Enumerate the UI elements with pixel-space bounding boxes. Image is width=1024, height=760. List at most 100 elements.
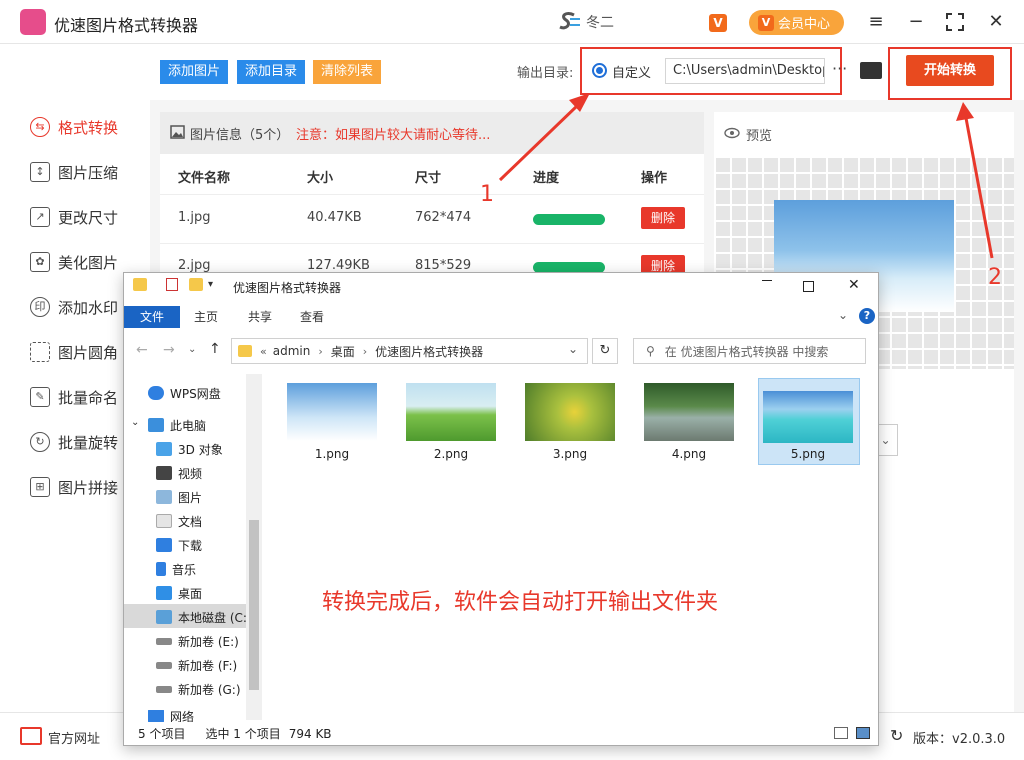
refresh-icon[interactable]: ↻ — [592, 338, 618, 364]
sidebar-item-label: 添加水印 — [58, 298, 119, 317]
nav-scrollbar-thumb[interactable] — [249, 520, 259, 690]
properties-icon[interactable] — [166, 278, 178, 291]
nav-item-drive-g[interactable]: 新加卷 (G:) — [156, 679, 241, 699]
video-icon — [156, 466, 172, 480]
col-header-action: 操作 — [641, 171, 668, 186]
output-dir-label: 输出目录: — [517, 66, 574, 81]
breadcrumb-item[interactable]: 优速图片格式转换器 — [375, 343, 483, 360]
file-name[interactable]: 1.png — [287, 447, 377, 461]
nav-item-drive-c[interactable]: 本地磁盘 (C:) — [156, 607, 252, 627]
sidebar-item-rotate[interactable]: ↻ 批量旋转 — [30, 431, 118, 453]
search-placeholder: 在 优速图片格式转换器 中搜索 — [664, 344, 829, 359]
address-bar[interactable]: « admin › 桌面 › 优速图片格式转换器 — [231, 338, 588, 364]
file-name[interactable]: 2.png — [406, 447, 496, 461]
website-icon — [20, 727, 42, 745]
expand-arrow-icon[interactable]: ⌄ — [131, 417, 139, 428]
file-name[interactable]: 3.png — [525, 447, 615, 461]
sidebar-item-rename[interactable]: ✎ 批量命名 — [30, 386, 118, 408]
nav-item-3d[interactable]: 3D 对象 — [156, 439, 223, 459]
nav-item-music[interactable]: 音乐 — [156, 559, 196, 579]
divider — [160, 194, 704, 195]
file-thumbnail[interactable] — [525, 383, 615, 441]
file-thumbnail[interactable] — [287, 383, 377, 441]
minimize-icon[interactable]: − — [904, 10, 928, 34]
pictures-icon — [156, 490, 172, 504]
nav-item-this-pc[interactable]: 此电脑 — [148, 415, 206, 435]
member-center-button[interactable]: V 会员中心 — [749, 10, 844, 35]
close-icon[interactable]: ✕ — [984, 10, 1008, 34]
vip-badge[interactable]: V — [709, 14, 727, 32]
address-dropdown-icon[interactable]: ⌄ — [568, 342, 578, 356]
cloud-icon — [148, 386, 164, 400]
round-corner-icon — [30, 342, 50, 362]
up-icon[interactable]: ↑ — [209, 341, 221, 357]
clear-list-button[interactable]: 清除列表 — [313, 60, 382, 84]
details-view-icon[interactable] — [834, 727, 848, 739]
sidebar-item-compress[interactable]: ↕ 图片压缩 — [30, 161, 118, 183]
nav-item-drive-f[interactable]: 新加卷 (F:) — [156, 655, 237, 675]
nav-item-label: 视频 — [178, 466, 203, 481]
file-thumbnail[interactable] — [763, 391, 853, 443]
eye-icon — [724, 127, 740, 139]
add-image-button[interactable]: 添加图片 — [160, 60, 229, 84]
nav-item-documents[interactable]: 文档 — [156, 511, 202, 531]
open-folder-icon[interactable] — [860, 62, 882, 79]
file-thumbnail[interactable] — [406, 383, 496, 441]
ribbon-tab-home[interactable]: 主页 — [186, 306, 226, 328]
image-info-label: 图片信息（5个） — [190, 128, 290, 143]
new-folder-icon[interactable] — [189, 278, 203, 291]
ribbon-tab-view[interactable]: 查看 — [292, 306, 332, 328]
sidebar-item-format-convert[interactable]: ⇆ 格式转换 — [30, 116, 118, 138]
output-path-field[interactable]: C:\Users\admin\Desktop — [665, 58, 825, 84]
nav-item-label: 桌面 — [178, 586, 203, 601]
add-folder-button[interactable]: 添加目录 — [237, 60, 306, 84]
explorer-close-icon[interactable]: ✕ — [848, 277, 860, 293]
breadcrumb-item[interactable]: admin — [273, 344, 311, 358]
menu-icon[interactable]: ≡ — [864, 10, 888, 34]
search-input[interactable]: ⚲ 在 优速图片格式转换器 中搜索 — [633, 338, 866, 364]
nav-item-desktop[interactable]: 桌面 — [156, 583, 202, 603]
ribbon-tab-share[interactable]: 共享 — [240, 306, 280, 328]
user-avatar[interactable] — [556, 11, 580, 33]
nav-item-drive-e[interactable]: 新加卷 (E:) — [156, 631, 239, 651]
file-name[interactable]: 5.png — [763, 447, 853, 461]
delete-button[interactable]: 删除 — [641, 207, 685, 229]
ribbon-tab-file[interactable]: 文件 — [124, 306, 180, 328]
overflow-icon[interactable]: « — [260, 345, 267, 358]
sidebar-item-round-corner[interactable]: 图片圆角 — [30, 341, 118, 363]
sidebar-item-beautify[interactable]: ✿ 美化图片 — [30, 251, 118, 273]
file-thumbnail[interactable] — [644, 383, 734, 441]
cell-file-size: 127.49KB — [307, 258, 370, 273]
folder-icon — [238, 345, 252, 357]
sidebar-item-resize[interactable]: ↗ 更改尺寸 — [30, 206, 118, 228]
back-icon[interactable]: ← — [136, 342, 148, 358]
nav-item-downloads[interactable]: 下载 — [156, 535, 202, 555]
ribbon-expand-icon[interactable]: ⌄ — [838, 308, 848, 322]
quick-access-dropdown-icon[interactable]: ▾ — [208, 279, 213, 290]
recent-dropdown-icon[interactable]: ⌄ — [188, 344, 196, 355]
sidebar-item-label: 图片压缩 — [58, 163, 119, 182]
nav-item-video[interactable]: 视频 — [156, 463, 202, 483]
nav-item-network[interactable]: 网络 — [148, 710, 194, 722]
progress-bar — [533, 214, 605, 225]
thumbnail-view-icon[interactable] — [856, 727, 870, 739]
col-header-dimension: 尺寸 — [415, 171, 442, 186]
breadcrumb-item[interactable]: 桌面 — [331, 343, 355, 360]
explorer-maximize-icon[interactable] — [803, 281, 814, 292]
explorer-minimize-icon[interactable] — [762, 280, 772, 281]
sidebar-item-watermark[interactable]: 印 添加水印 — [30, 296, 118, 318]
browse-more-button[interactable]: ··· — [832, 59, 847, 78]
sidebar-item-label: 格式转换 — [58, 118, 119, 137]
custom-radio-label[interactable]: 自定义 — [612, 62, 651, 81]
forward-icon[interactable]: → — [163, 342, 175, 358]
file-name[interactable]: 4.png — [644, 447, 734, 461]
convert-icon: ⇆ — [30, 117, 50, 137]
custom-radio[interactable] — [592, 63, 607, 78]
maximize-icon[interactable] — [946, 13, 964, 31]
nav-item-pictures[interactable]: 图片 — [156, 487, 202, 507]
start-convert-button[interactable]: 开始转换 — [906, 55, 994, 86]
sidebar-item-stitch[interactable]: ⊞ 图片拼接 — [30, 476, 118, 498]
help-icon[interactable]: ? — [859, 308, 875, 324]
nav-item-wps[interactable]: WPS网盘 — [148, 383, 221, 403]
official-site-link[interactable]: 官方网址 — [48, 728, 100, 747]
